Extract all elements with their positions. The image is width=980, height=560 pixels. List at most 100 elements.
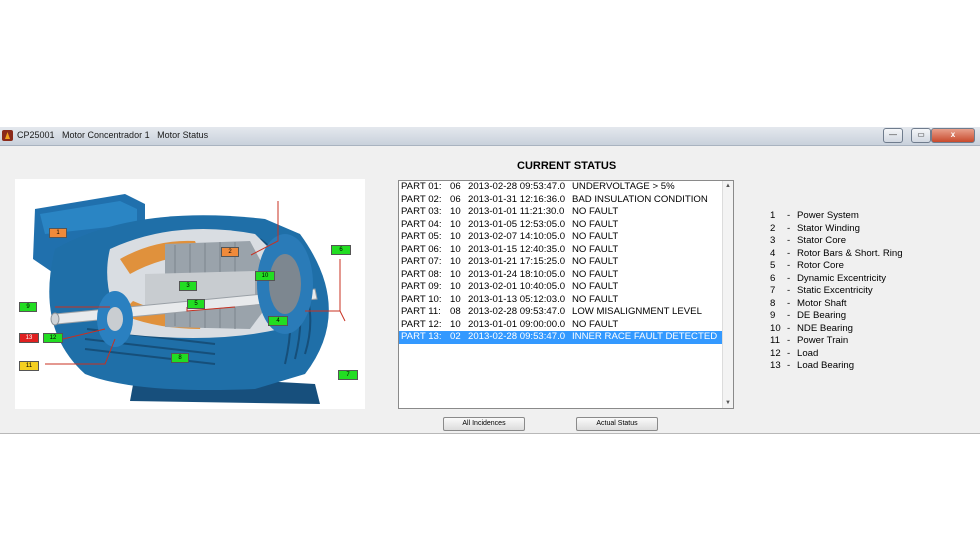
part-label: PART 02:: [401, 193, 442, 205]
status-code: 10: [450, 231, 461, 242]
legend-dash: -: [787, 272, 791, 284]
status-row[interactable]: PART 01: 06 2013-02-28 09:53:47.0 UNDERVOLT…: [399, 181, 723, 194]
status-row[interactable]: PART 07: 10 2013-01-21 17:15:25.0 NO FAULT: [399, 256, 723, 269]
part-tag-7[interactable]: 7: [338, 370, 358, 380]
part-tag-5[interactable]: 5: [187, 299, 205, 309]
part-label: PART 04:: [401, 218, 442, 230]
status-text: NO FAULT: [572, 256, 619, 267]
legend-number: 12: [770, 347, 781, 359]
legend-label: NDE Bearing: [797, 322, 853, 334]
status-row[interactable]: PART 03: 10 2013-01-01 11:21:30.0 NO FAULT: [399, 206, 723, 219]
part-label: PART 13:: [401, 331, 442, 342]
minimize-button[interactable]: —: [883, 128, 903, 143]
all-incidences-button[interactable]: All Incidences: [443, 417, 525, 431]
legend-number: 2: [770, 222, 776, 234]
part-label: PART 10:: [401, 293, 442, 305]
status-row[interactable]: PART 09: 10 2013-02-01 10:40:05.0 NO FAULT: [399, 281, 723, 294]
status-list: PART 01: 06 2013-02-28 09:53:47.0 UNDERVOLT…: [399, 181, 723, 344]
timestamp: 2013-01-01 11:21:30.0: [468, 206, 565, 217]
status-text: BAD INSULATION CONDITION: [572, 193, 708, 205]
legend-number: 5: [770, 260, 776, 271]
motor-status-window: CP25001 Motor Concentrador 1 Motor Statu…: [0, 127, 980, 434]
status-code: 08: [450, 306, 461, 317]
legend-label: Power System: [797, 210, 859, 221]
legend-number: 1: [770, 210, 776, 221]
legend-dash: -: [787, 335, 791, 346]
legend-label: Rotor Bars & Short. Ring: [797, 247, 903, 259]
status-row[interactable]: PART 10: 10 2013-01-13 05:12:03.0 NO FAULT: [399, 294, 723, 307]
status-listbox[interactable]: PART 01: 06 2013-02-28 09:53:47.0 UNDERVOLT…: [398, 180, 734, 409]
timestamp: 2013-01-24 18:10:05.0: [468, 268, 566, 280]
part-tag-12[interactable]: 12: [43, 333, 63, 343]
status-text: NO FAULT: [572, 206, 619, 217]
status-text: NO FAULT: [572, 218, 619, 230]
part-tag-2[interactable]: 2: [221, 247, 239, 257]
part-tag-1[interactable]: 1: [49, 228, 67, 238]
part-label: PART 07:: [401, 256, 442, 267]
legend-number: 4: [770, 247, 776, 259]
status-row[interactable]: PART 12: 10 2013-01-01 09:00:00.0 NO FAULT: [399, 319, 723, 332]
legend-dash: -: [787, 210, 791, 221]
legend-number: 7: [770, 285, 776, 296]
legend-number: 6: [770, 272, 776, 284]
status-row[interactable]: PART 04: 10 2013-01-05 12:53:05.0 NO FAULT: [399, 219, 723, 232]
part-tag-3[interactable]: 3: [179, 281, 197, 291]
part-tag-4[interactable]: 4: [268, 316, 288, 326]
status-code: 10: [450, 218, 461, 230]
status-text: NO FAULT: [572, 293, 619, 305]
legend-label: Rotor Core: [797, 260, 844, 271]
part-tag-11[interactable]: 11: [19, 361, 39, 371]
part-tag-13[interactable]: 13: [19, 333, 39, 343]
restore-button[interactable]: ▭: [911, 128, 931, 143]
legend-label: Load Bearing: [797, 360, 855, 371]
status-text: NO FAULT: [572, 268, 619, 280]
status-code: 10: [450, 256, 461, 267]
status-row[interactable]: PART 13: 02 2013-02-28 09:53:47.0 INNER RAC…: [399, 331, 723, 344]
timestamp: 2013-01-31 12:16:36.0: [468, 193, 566, 205]
legend-dash: -: [787, 297, 791, 309]
part-tag-9[interactable]: 9: [19, 302, 37, 312]
status-row[interactable]: PART 08: 10 2013-01-24 18:10:05.0 NO FAULT: [399, 269, 723, 282]
actual-status-button[interactable]: Actual Status: [576, 417, 658, 431]
list-scrollbar[interactable]: ▲ ▼: [722, 181, 733, 408]
legend-label: Stator Winding: [797, 222, 860, 234]
status-code: 10: [450, 268, 461, 280]
legend-label: Power Train: [797, 335, 849, 346]
legend-dash: -: [787, 310, 791, 321]
timestamp: 2013-01-21 17:15:25.0: [468, 256, 566, 267]
part-tag-10[interactable]: 10: [255, 271, 275, 281]
status-code: 10: [450, 206, 461, 217]
part-tag-6[interactable]: 6: [331, 245, 351, 255]
legend-number: 13: [770, 360, 781, 371]
motor-cutaway-image: 1 2 3 4 5 6 7 8 9 10 11 12 13: [15, 179, 365, 409]
status-text: NO FAULT: [572, 243, 619, 255]
status-code: 06: [450, 181, 461, 192]
window-title: CP25001 Motor Concentrador 1 Motor Statu…: [17, 130, 209, 140]
legend-label: Motor Shaft: [797, 297, 847, 309]
legend-dash: -: [787, 347, 791, 359]
status-row[interactable]: PART 06: 10 2013-01-15 12:40:35.0 NO FAULT: [399, 244, 723, 257]
status-row[interactable]: PART 05: 10 2013-02-07 14:10:05.0 NO FAULT: [399, 231, 723, 244]
scroll-down-arrow-icon[interactable]: ▼: [723, 398, 733, 408]
part-label: PART 05:: [401, 231, 442, 242]
part-label: PART 11:: [401, 306, 441, 317]
legend-dash: -: [787, 360, 791, 371]
legend-number: 3: [770, 235, 776, 246]
timestamp: 2013-02-28 09:53:47.0: [468, 181, 566, 192]
scroll-up-arrow-icon[interactable]: ▲: [723, 181, 733, 191]
status-code: 10: [450, 243, 461, 255]
legend-number: 9: [770, 310, 776, 321]
legend-label: DE Bearing: [797, 310, 847, 321]
timestamp: 2013-02-01 10:40:05.0: [468, 281, 566, 292]
timestamp: 2013-02-28 09:53:47.0: [468, 306, 566, 317]
legend-dash: -: [787, 222, 791, 234]
title-bar[interactable]: CP25001 Motor Concentrador 1 Motor Statu…: [0, 127, 980, 146]
status-row[interactable]: PART 11: 08 2013-02-28 09:53:47.0 LOW MISAL…: [399, 306, 723, 319]
part-tag-8[interactable]: 8: [171, 353, 189, 363]
timestamp: 2013-01-01 09:00:00.0: [468, 318, 566, 330]
status-row[interactable]: PART 02: 06 2013-01-31 12:16:36.0 BAD INSUL…: [399, 194, 723, 207]
status-code: 10: [450, 318, 461, 330]
legend-label: Stator Core: [797, 235, 847, 246]
close-button[interactable]: x: [931, 128, 975, 143]
status-text: NO FAULT: [572, 318, 619, 330]
